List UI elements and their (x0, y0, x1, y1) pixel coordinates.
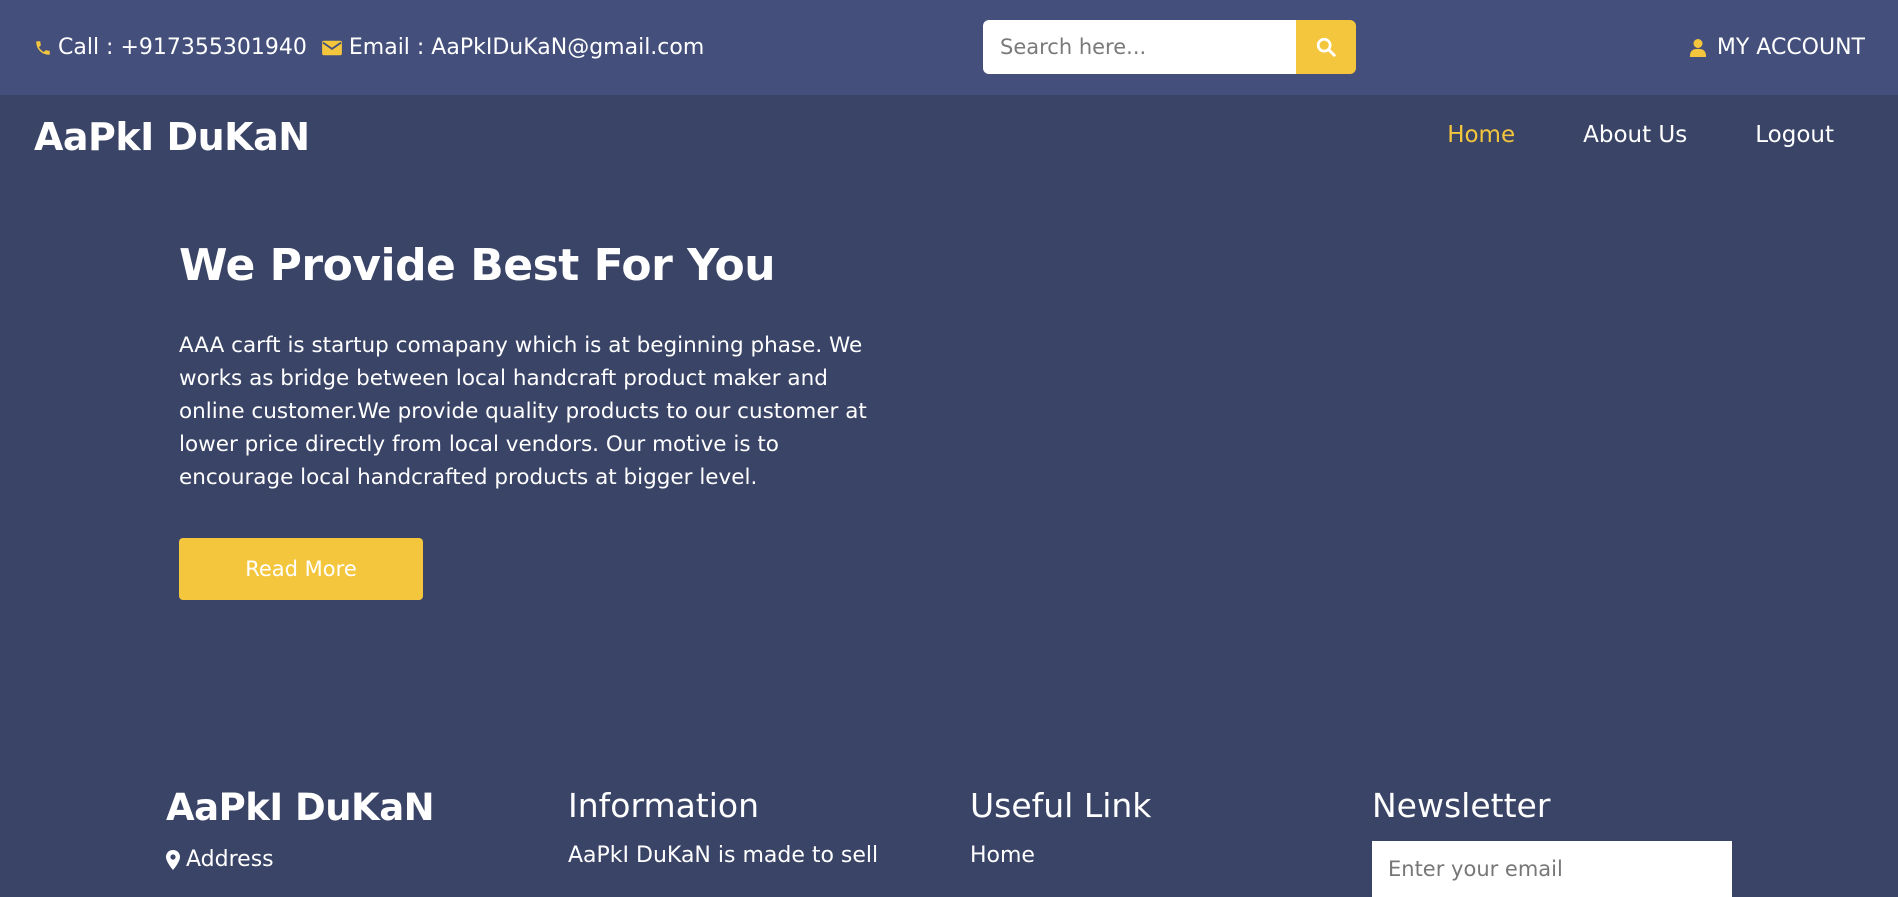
brand-logo[interactable]: AaPkI DuKaN (34, 115, 310, 159)
email-text: Email : AaPkIDuKaN@gmail.com (348, 35, 705, 60)
email-info: Email : AaPkIDuKaN@gmail.com (321, 35, 704, 60)
read-more-button[interactable]: Read More (179, 538, 423, 600)
nav-menu: Home About Us Logout (1379, 122, 1834, 148)
nav-item-logout[interactable]: Logout (1755, 122, 1834, 148)
envelope-icon (321, 40, 342, 55)
footer-information-column: Information AaPkI DuKaN is made to sell (568, 786, 878, 868)
search-button[interactable] (1296, 20, 1356, 74)
hero-description: AAA carft is startup comapany which is a… (179, 333, 867, 490)
information-text: AaPkI DuKaN is made to sell (568, 843, 879, 868)
footer-newsletter-column: Newsletter (1372, 786, 1732, 897)
search-bar (983, 20, 1356, 74)
footer-link-home[interactable]: Home (970, 843, 1151, 868)
map-marker-icon (166, 849, 180, 870)
main-navigation: AaPkI DuKaN Home About Us Logout (0, 95, 1898, 185)
footer-address: Address (166, 847, 434, 872)
footer-useful-link-column: Useful Link Home (970, 786, 1151, 868)
useful-link-title: Useful Link (970, 786, 1152, 825)
call-info: Call : +917355301940 (34, 35, 307, 60)
hero-title: We Provide Best For You (179, 240, 776, 291)
footer-brand: AaPkI DuKaN (166, 786, 435, 829)
nav-item-home[interactable]: Home (1447, 122, 1515, 148)
footer-brand-column: AaPkI DuKaN Address (166, 786, 435, 872)
search-input[interactable] (983, 20, 1296, 74)
search-icon (1316, 37, 1336, 57)
my-account-link[interactable]: MY ACCOUNT (1689, 0, 1865, 95)
phone-icon (36, 40, 50, 55)
hero-section: We Provide Best For You AAA carft is sta… (179, 240, 899, 600)
my-account-label: MY ACCOUNT (1716, 35, 1865, 60)
nav-item-about-us[interactable]: About Us (1583, 122, 1687, 148)
user-icon (1689, 38, 1706, 57)
top-bar: Call : +917355301940 Email : AaPkIDuKaN@… (0, 0, 1898, 95)
information-title: Information (568, 786, 760, 825)
newsletter-title: Newsletter (1372, 786, 1551, 825)
contact-info: Call : +917355301940 Email : AaPkIDuKaN@… (34, 0, 718, 95)
address-label: Address (186, 847, 274, 872)
newsletter-email-input[interactable] (1372, 841, 1732, 897)
call-text: Call : +917355301940 (58, 35, 307, 60)
